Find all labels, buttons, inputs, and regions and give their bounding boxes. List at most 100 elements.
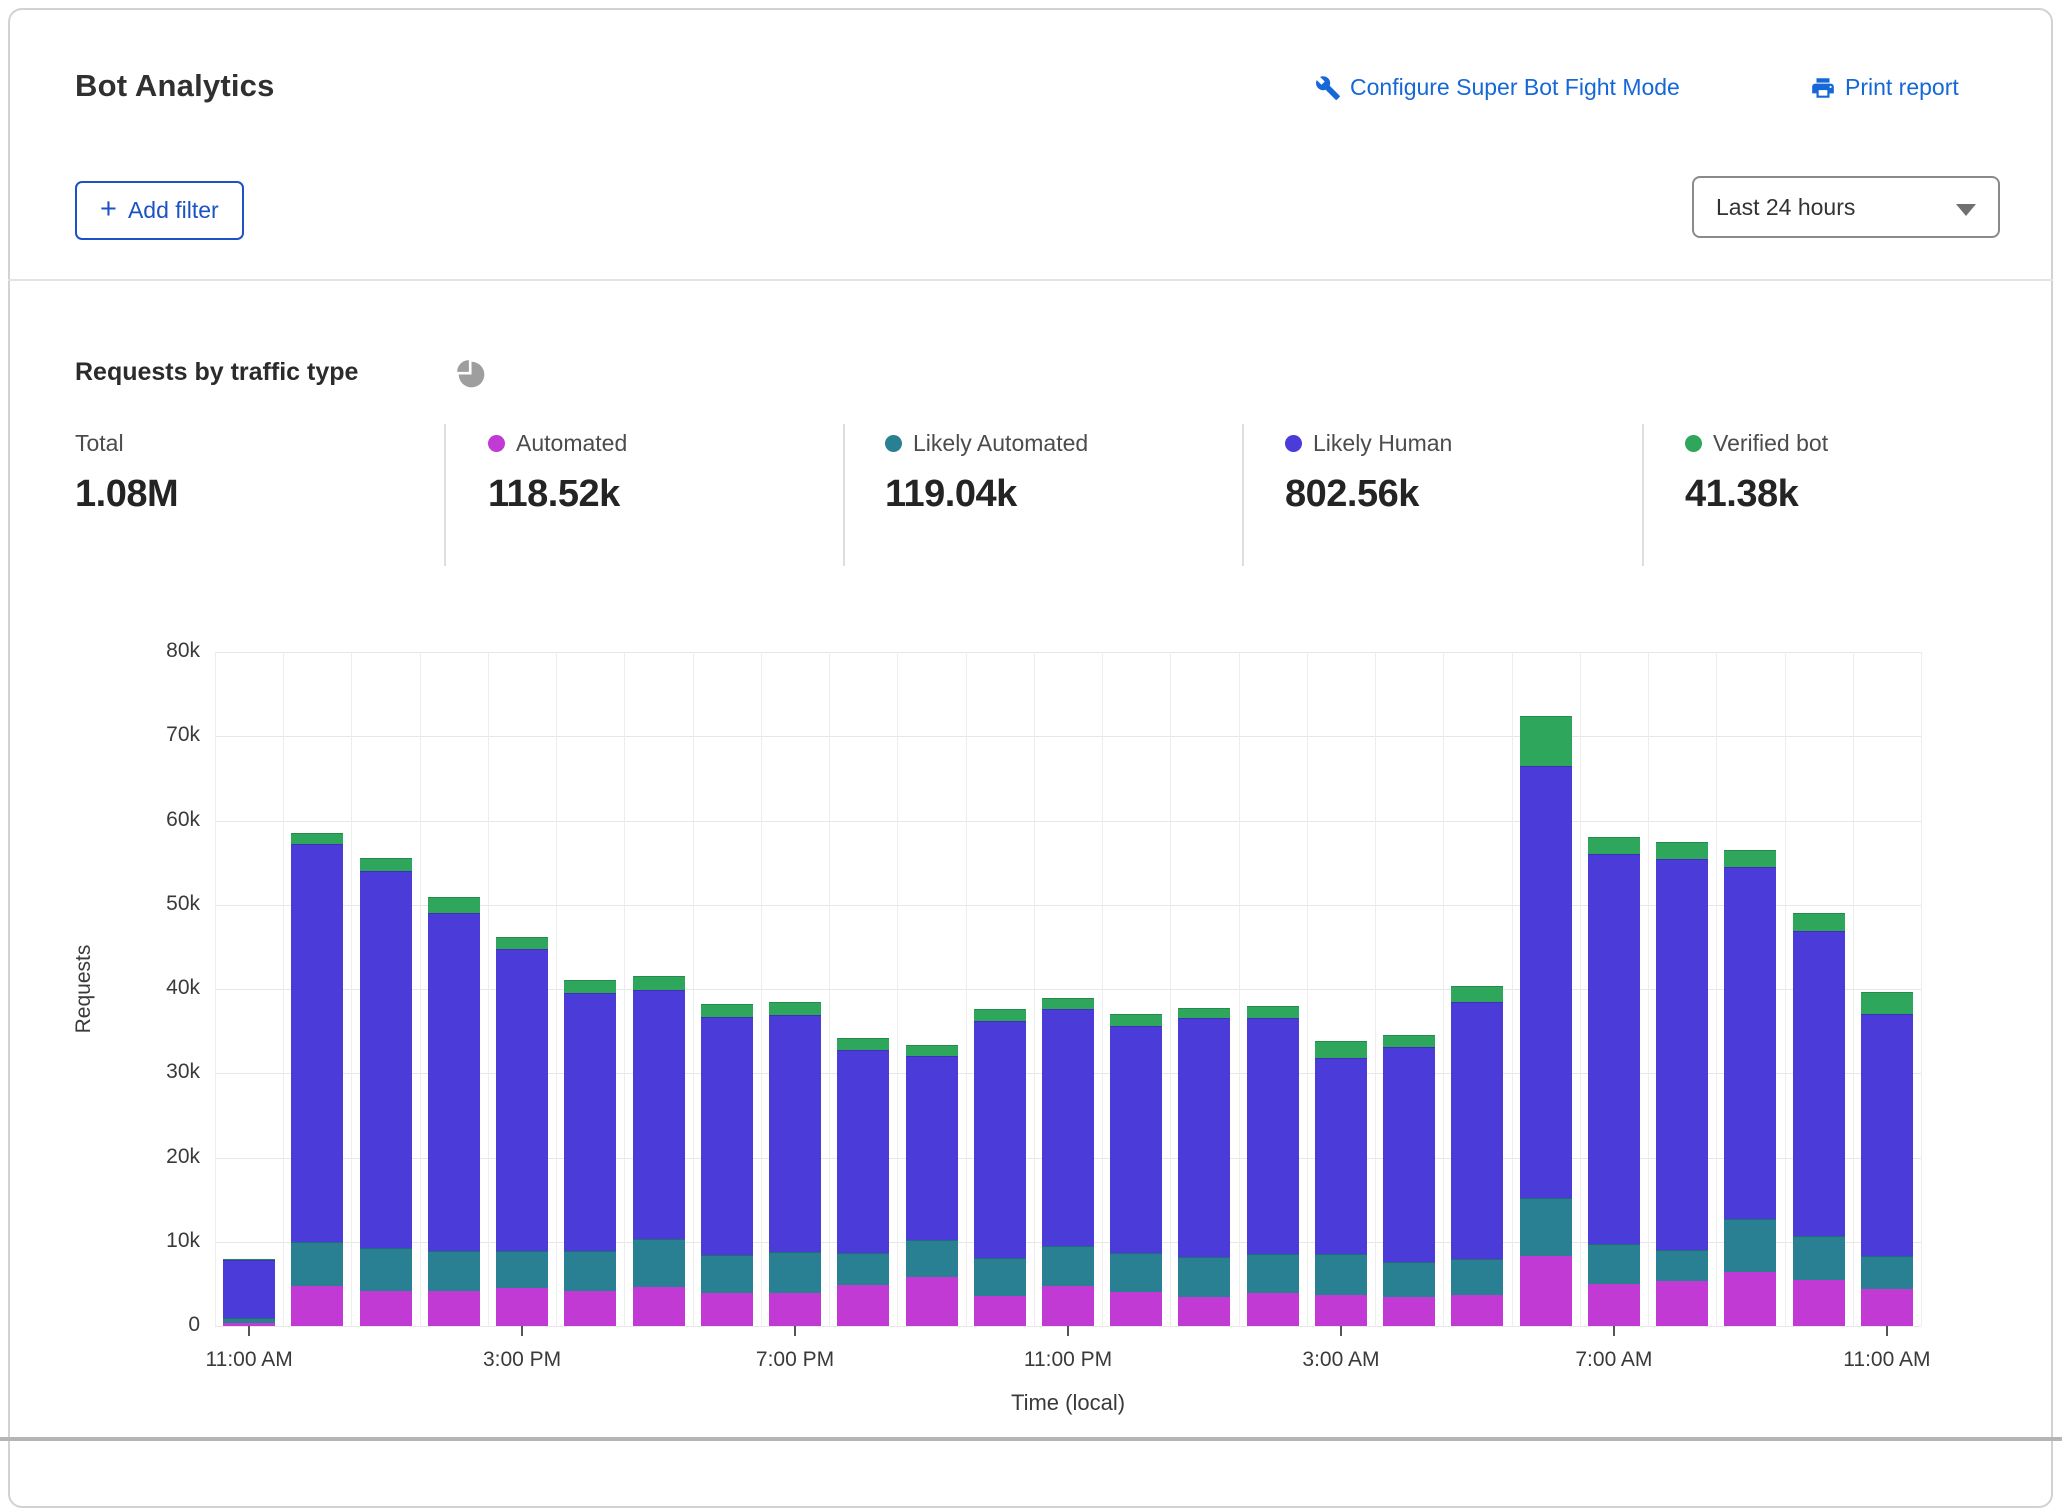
bar-segment-automated[interactable] [1042, 1286, 1094, 1326]
bar-segment-likely-human[interactable] [906, 1056, 958, 1240]
bar-segment-likely-human[interactable] [974, 1021, 1026, 1258]
bar-segment-verified-bot[interactable] [1793, 913, 1845, 931]
configure-super-bot-fight-mode-link[interactable]: Configure Super Bot Fight Mode [1315, 74, 1680, 101]
bar-segment-automated[interactable] [291, 1286, 343, 1326]
bar-segment-likely-automated[interactable] [1793, 1236, 1845, 1280]
bar-segment-automated[interactable] [1656, 1281, 1708, 1326]
bar-segment-verified-bot[interactable] [906, 1045, 958, 1057]
bar-segment-automated[interactable] [428, 1291, 480, 1326]
bar-segment-automated[interactable] [360, 1291, 412, 1326]
bar-segment-likely-automated[interactable] [428, 1251, 480, 1291]
bar-segment-likely-human[interactable] [1793, 931, 1845, 1236]
bar-segment-likely-automated[interactable] [633, 1239, 685, 1287]
bar-segment-likely-human[interactable] [1110, 1026, 1162, 1253]
bar-segment-likely-human[interactable] [1656, 859, 1708, 1250]
bar-segment-verified-bot[interactable] [496, 937, 548, 950]
bar-segment-automated[interactable] [701, 1293, 753, 1326]
bar-segment-likely-human[interactable] [1520, 766, 1572, 1198]
bar-segment-likely-automated[interactable] [837, 1253, 889, 1285]
bar-segment-likely-automated[interactable] [1383, 1262, 1435, 1297]
bar-segment-likely-automated[interactable] [1042, 1246, 1094, 1286]
bar-segment-verified-bot[interactable] [564, 980, 616, 993]
bar-segment-automated[interactable] [1178, 1297, 1230, 1326]
bar-segment-verified-bot[interactable] [1520, 716, 1572, 766]
bar-segment-verified-bot[interactable] [701, 1004, 753, 1017]
bar-segment-likely-human[interactable] [1383, 1047, 1435, 1262]
bar-segment-likely-human[interactable] [633, 990, 685, 1239]
bar-segment-verified-bot[interactable] [428, 897, 480, 913]
time-range-select[interactable]: Last 24 hours [1692, 176, 2000, 238]
bar-segment-likely-human[interactable] [1042, 1009, 1094, 1246]
bar-segment-verified-bot[interactable] [1588, 837, 1640, 854]
bar-segment-likely-automated[interactable] [1451, 1259, 1503, 1295]
bar-segment-automated[interactable] [1451, 1295, 1503, 1326]
bar-segment-automated[interactable] [1383, 1297, 1435, 1326]
bar-segment-likely-human[interactable] [1724, 867, 1776, 1219]
bar-segment-likely-human[interactable] [769, 1015, 821, 1252]
bar-segment-automated[interactable] [1315, 1295, 1367, 1326]
print-report-link[interactable]: Print report [1810, 74, 1959, 101]
bar-segment-verified-bot[interactable] [633, 976, 685, 989]
bar-segment-verified-bot[interactable] [1042, 998, 1094, 1009]
bar-segment-likely-human[interactable] [701, 1017, 753, 1255]
bar-segment-likely-human[interactable] [837, 1050, 889, 1253]
bar-segment-verified-bot[interactable] [291, 833, 343, 844]
bar-segment-automated[interactable] [769, 1293, 821, 1326]
bar-segment-automated[interactable] [1588, 1284, 1640, 1326]
bar-segment-automated[interactable] [1110, 1292, 1162, 1326]
bar-segment-automated[interactable] [974, 1296, 1026, 1326]
bar-segment-likely-automated[interactable] [974, 1258, 1026, 1296]
bar-segment-likely-human[interactable] [1178, 1018, 1230, 1256]
bar-segment-likely-human[interactable] [496, 949, 548, 1251]
bar-segment-verified-bot[interactable] [1861, 992, 1913, 1014]
bar-segment-verified-bot[interactable] [1383, 1035, 1435, 1047]
bar-segment-likely-automated[interactable] [1178, 1257, 1230, 1297]
bar-segment-verified-bot[interactable] [1724, 850, 1776, 867]
bar-segment-automated[interactable] [1861, 1289, 1913, 1326]
bar-segment-likely-automated[interactable] [223, 1318, 275, 1323]
bar-segment-likely-automated[interactable] [1247, 1254, 1299, 1293]
bar-segment-likely-automated[interactable] [1861, 1256, 1913, 1289]
bar-segment-automated[interactable] [496, 1288, 548, 1326]
bar-segment-likely-automated[interactable] [1315, 1254, 1367, 1295]
bar-segment-likely-automated[interactable] [360, 1248, 412, 1291]
bar-segment-likely-automated[interactable] [1588, 1244, 1640, 1284]
bar-segment-automated[interactable] [906, 1277, 958, 1326]
bar-segment-verified-bot[interactable] [1315, 1041, 1367, 1058]
bar-segment-verified-bot[interactable] [360, 858, 412, 871]
bar-segment-automated[interactable] [564, 1291, 616, 1326]
bar-segment-automated[interactable] [837, 1285, 889, 1326]
bar-segment-likely-automated[interactable] [291, 1242, 343, 1287]
bar-segment-likely-human[interactable] [1315, 1058, 1367, 1253]
bar-segment-verified-bot[interactable] [1451, 986, 1503, 1003]
bar-segment-likely-human[interactable] [291, 844, 343, 1242]
bar-segment-likely-automated[interactable] [769, 1252, 821, 1293]
bar-segment-automated[interactable] [1520, 1256, 1572, 1326]
bar-segment-likely-automated[interactable] [1520, 1198, 1572, 1256]
bar-segment-verified-bot[interactable] [1247, 1006, 1299, 1019]
bar-segment-likely-human[interactable] [564, 993, 616, 1251]
bar-segment-likely-automated[interactable] [496, 1251, 548, 1288]
add-filter-button[interactable]: + Add filter [75, 181, 244, 240]
bar-segment-likely-human[interactable] [1451, 1002, 1503, 1258]
bar-segment-verified-bot[interactable] [769, 1002, 821, 1015]
bar-segment-automated[interactable] [1724, 1272, 1776, 1326]
bar-segment-verified-bot[interactable] [1656, 842, 1708, 860]
bar-segment-likely-human[interactable] [223, 1260, 275, 1317]
bar-segment-likely-automated[interactable] [701, 1255, 753, 1293]
bar-segment-automated[interactable] [1247, 1293, 1299, 1326]
bar-segment-automated[interactable] [1793, 1280, 1845, 1326]
bar-segment-likely-automated[interactable] [1656, 1250, 1708, 1281]
bar-segment-likely-automated[interactable] [564, 1251, 616, 1291]
bar-segment-likely-human[interactable] [1861, 1014, 1913, 1256]
bar-segment-likely-human[interactable] [1247, 1018, 1299, 1254]
bar-segment-likely-human[interactable] [428, 913, 480, 1251]
bar-segment-automated[interactable] [633, 1287, 685, 1326]
bar-segment-verified-bot[interactable] [837, 1038, 889, 1050]
bar-segment-likely-human[interactable] [1588, 854, 1640, 1244]
bar-segment-verified-bot[interactable] [1178, 1008, 1230, 1019]
bar-segment-likely-automated[interactable] [1724, 1219, 1776, 1272]
bar-segment-likely-automated[interactable] [906, 1240, 958, 1277]
bar-segment-likely-human[interactable] [360, 871, 412, 1248]
bar-segment-likely-automated[interactable] [1110, 1253, 1162, 1293]
